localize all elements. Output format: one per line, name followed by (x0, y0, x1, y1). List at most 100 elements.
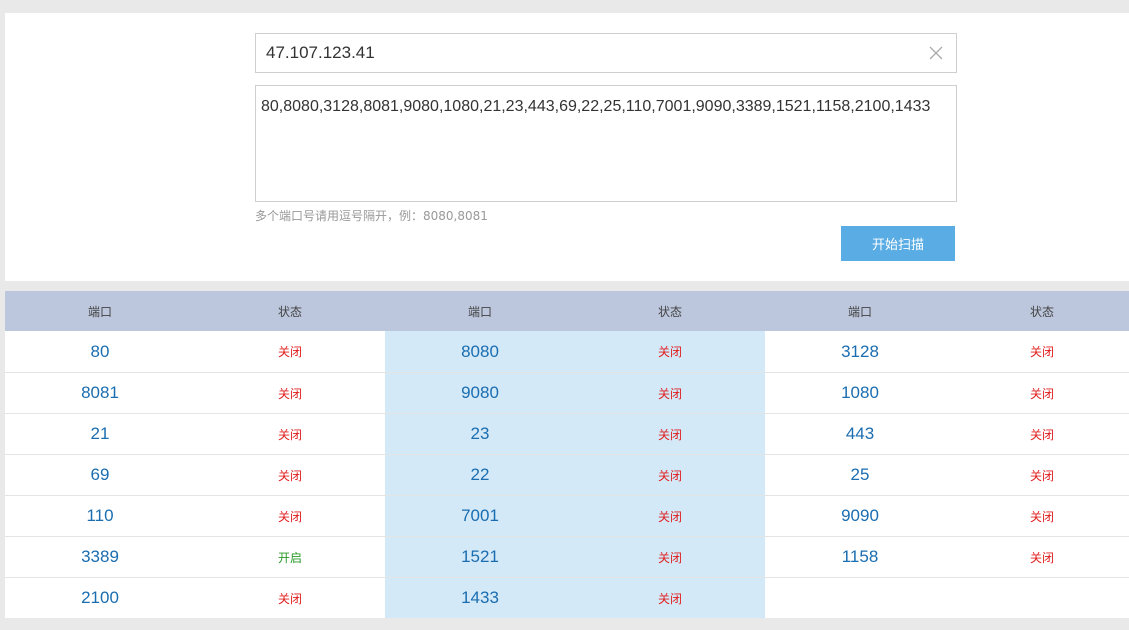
port-number: 22 (470, 465, 490, 484)
port-cell: 80 (5, 331, 195, 372)
status-cell: 关闭 (575, 537, 765, 577)
status-badge: 关闭 (277, 591, 302, 606)
port-number: 3128 (841, 341, 879, 361)
port-cell: 69 (5, 455, 195, 495)
port-cell: 1080 (765, 373, 955, 413)
port-cell: 3128 (765, 331, 955, 372)
header-status: 状态 (277, 304, 302, 319)
status-badge: 关闭 (277, 509, 302, 524)
status-badge: 关闭 (277, 386, 302, 401)
port-cell: 1158 (765, 537, 955, 577)
status-cell: 关闭 (195, 455, 385, 495)
port-cell: 1433 (385, 578, 575, 618)
status-badge: 关闭 (1029, 550, 1054, 565)
header-port: 端口 (847, 304, 872, 319)
port-number: 80 (90, 341, 110, 361)
port-cell: 21 (5, 414, 195, 454)
status-cell: 关闭 (955, 331, 1129, 372)
results-body: 80 关闭 8080 关闭 3128 关闭 8081 关闭 9080 关闭 1080 关闭 21 关闭 23… (5, 331, 1129, 618)
port-number: 8080 (461, 341, 499, 361)
port-number: 8081 (81, 383, 119, 402)
port-cell: 8081 (5, 373, 195, 413)
port-number: 1080 (841, 383, 879, 402)
status-badge: 关闭 (1029, 509, 1054, 524)
port-number: 69 (90, 465, 110, 484)
port-number: 21 (90, 424, 110, 443)
results-table: 端口 状态 端口 状态 端口 状态 80 关闭 8080 关闭 3128 关闭 8081 关闭… (5, 291, 1129, 618)
port-number: 110 (86, 506, 114, 525)
port-cell: 8080 (385, 331, 575, 372)
port-number: 3389 (81, 547, 119, 566)
status-badge: 关闭 (657, 345, 682, 359)
port-number: 25 (850, 465, 870, 484)
port-cell: 23 (385, 414, 575, 454)
port-cell: 110 (5, 496, 195, 536)
ip-field[interactable] (255, 33, 957, 73)
results-header: 端口 状态 端口 状态 端口 状态 (5, 291, 1129, 331)
status-badge: 关闭 (277, 345, 302, 359)
port-number: 2100 (81, 588, 119, 607)
status-badge: 开启 (277, 550, 302, 565)
status-badge: 关闭 (1029, 386, 1054, 401)
port-cell: 25 (765, 455, 955, 495)
port-number: 9090 (841, 506, 879, 525)
port-cell: 7001 (385, 496, 575, 536)
port-cell: 1521 (385, 537, 575, 577)
status-badge: 关闭 (657, 509, 682, 524)
port-cell: 9090 (765, 496, 955, 536)
table-row: 80 关闭 8080 关闭 3128 关闭 (5, 331, 1129, 372)
port-cell: 22 (385, 455, 575, 495)
header-port: 端口 (467, 304, 492, 319)
status-cell: 开启 (195, 537, 385, 577)
port-cell: 3389 (5, 537, 195, 577)
status-cell (955, 578, 1129, 618)
table-row: 21 关闭 23 关闭 443 关闭 (5, 413, 1129, 454)
ip-input[interactable] (256, 34, 916, 72)
status-cell: 关闭 (195, 578, 385, 618)
table-row: 2100 关闭 1433 关闭 (5, 577, 1129, 618)
ports-hint: 多个端口号请用逗号隔开，例：8080,8081 (255, 209, 488, 223)
port-number: 7001 (461, 506, 499, 525)
status-cell: 关闭 (195, 414, 385, 454)
header-status: 状态 (1029, 304, 1054, 319)
status-cell: 关闭 (195, 331, 385, 372)
table-row: 69 关闭 22 关闭 25 关闭 (5, 454, 1129, 495)
status-badge: 关闭 (657, 468, 682, 483)
table-row: 8081 关闭 9080 关闭 1080 关闭 (5, 372, 1129, 413)
port-number: 23 (470, 424, 490, 443)
status-cell: 关闭 (575, 414, 765, 454)
close-icon[interactable] (928, 45, 944, 61)
status-cell: 关闭 (955, 414, 1129, 454)
status-cell: 关闭 (195, 496, 385, 536)
status-badge: 关闭 (277, 427, 302, 442)
status-cell: 关闭 (195, 373, 385, 413)
status-badge: 关闭 (657, 550, 682, 565)
header-port: 端口 (87, 304, 112, 319)
port-cell: 9080 (385, 373, 575, 413)
status-cell: 关闭 (575, 331, 765, 372)
table-row: 3389 开启 1521 关闭 1158 关闭 (5, 536, 1129, 577)
port-number: 9080 (461, 383, 499, 402)
status-cell: 关闭 (955, 455, 1129, 495)
port-number: 1158 (841, 547, 879, 566)
status-cell: 关闭 (575, 578, 765, 618)
port-number: 1433 (461, 588, 499, 607)
start-scan-button[interactable]: 开始扫描 (841, 226, 955, 261)
port-cell: 2100 (5, 578, 195, 618)
status-badge: 关闭 (1029, 468, 1054, 483)
scan-form-panel: 80,8080,3128,8081,9080,1080,21,23,443,69… (5, 13, 1129, 281)
status-cell: 关闭 (575, 455, 765, 495)
port-cell: 443 (765, 414, 955, 454)
port-number: 443 (845, 424, 875, 443)
port-cell (765, 578, 955, 618)
status-badge: 关闭 (657, 427, 682, 442)
status-badge: 关闭 (1029, 427, 1054, 442)
status-badge: 关闭 (657, 386, 682, 401)
status-cell: 关闭 (955, 496, 1129, 536)
table-row: 110 关闭 7001 关闭 9090 关闭 (5, 495, 1129, 536)
status-badge: 关闭 (657, 591, 682, 606)
status-cell: 关闭 (955, 373, 1129, 413)
header-status: 状态 (657, 304, 682, 319)
port-number: 1521 (461, 547, 499, 566)
ports-input[interactable]: 80,8080,3128,8081,9080,1080,21,23,443,69… (255, 85, 957, 202)
